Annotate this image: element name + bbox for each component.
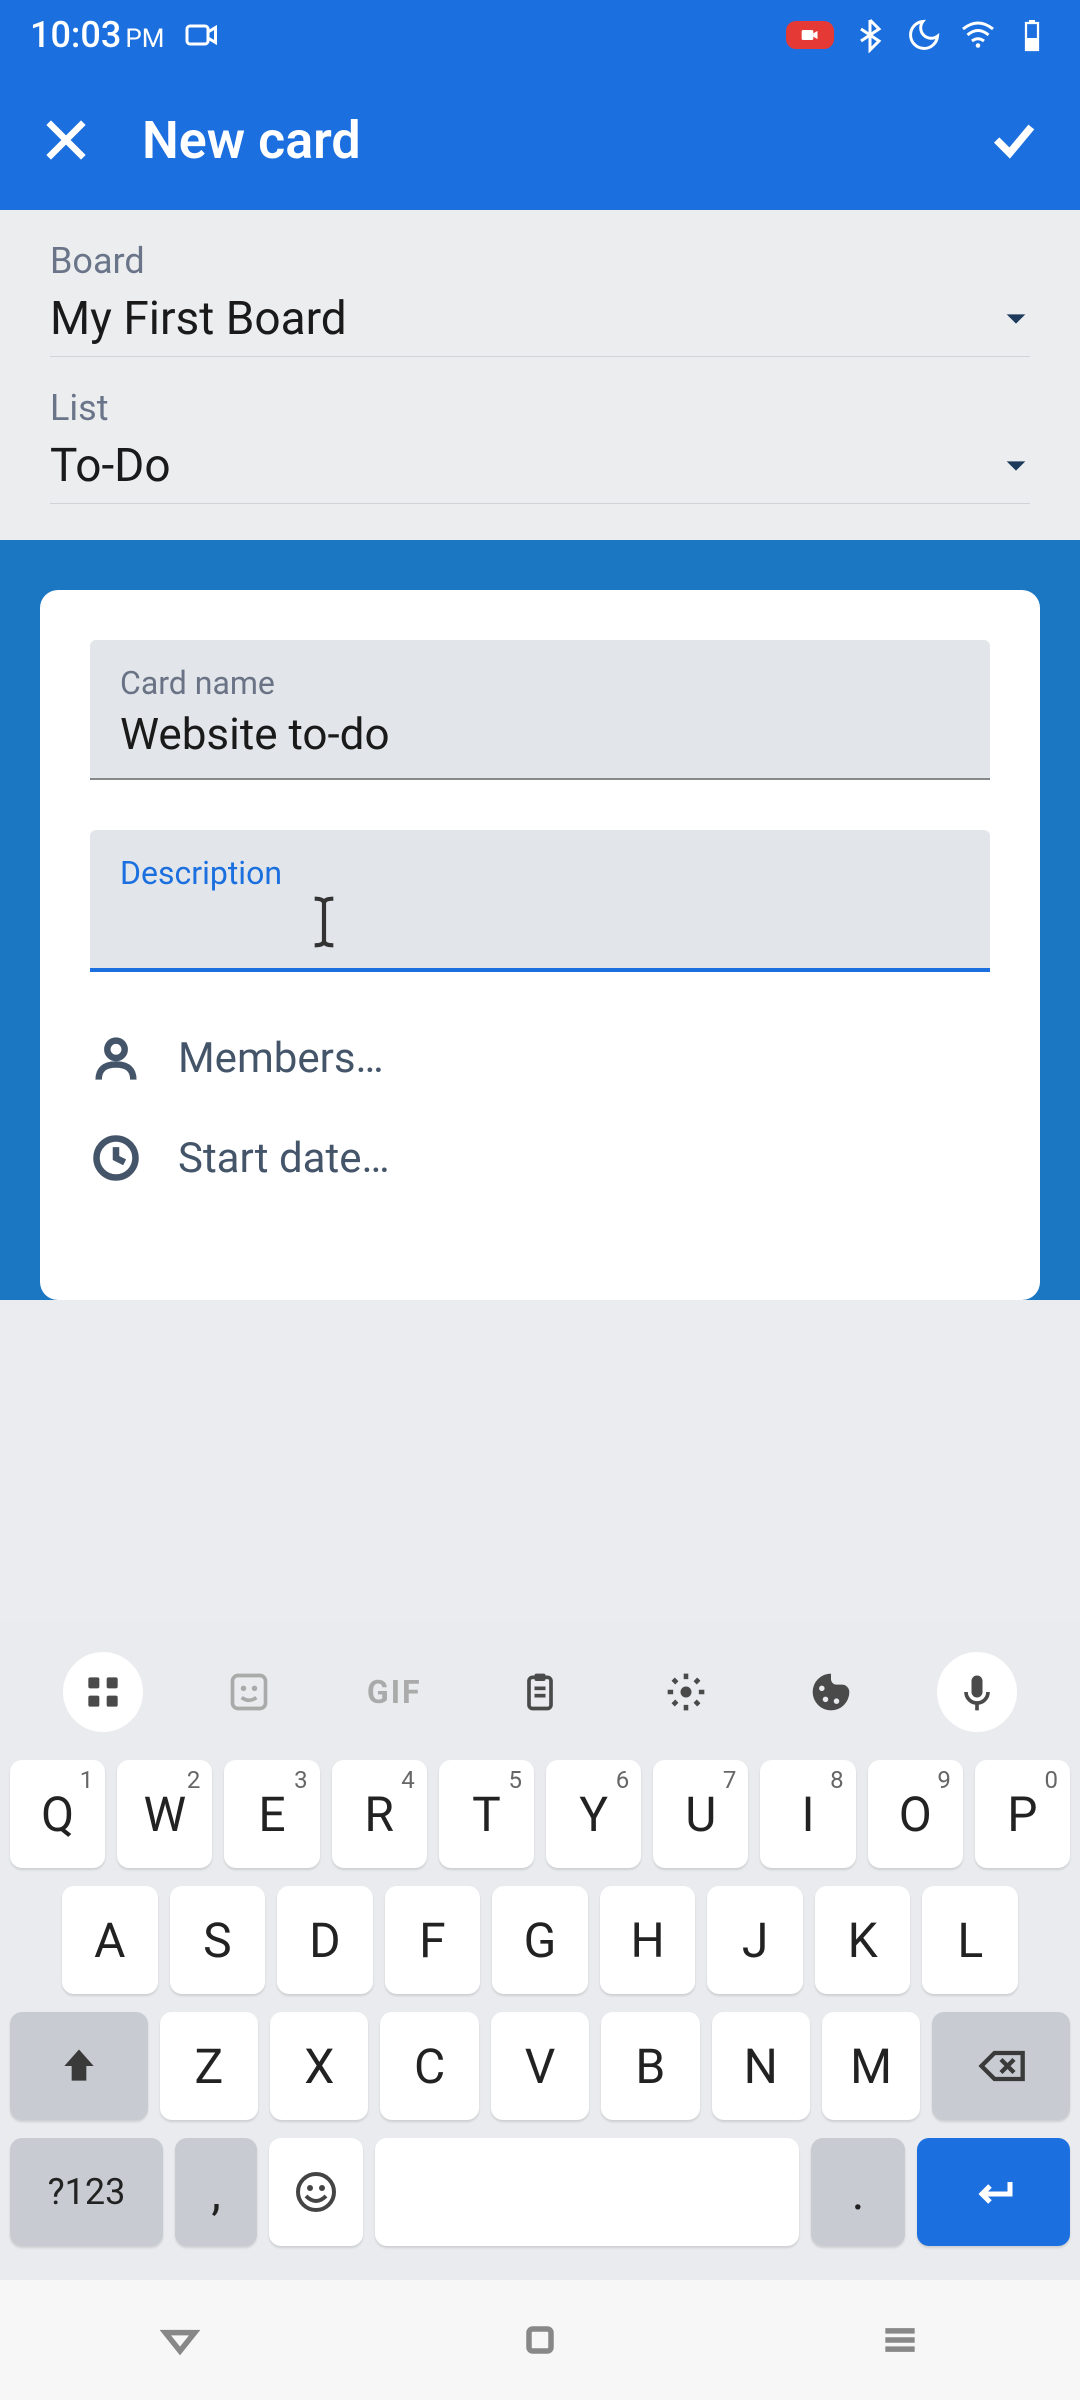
cardname-label: Card name bbox=[120, 664, 960, 702]
text-cursor-icon bbox=[310, 894, 338, 950]
wifi-icon bbox=[960, 17, 996, 53]
space-key[interactable] bbox=[375, 2138, 799, 2246]
moon-icon bbox=[906, 17, 942, 53]
key-f[interactable]: F bbox=[385, 1886, 481, 1994]
nav-recent-icon[interactable] bbox=[878, 2318, 922, 2362]
chevron-down-icon bbox=[1002, 305, 1030, 333]
chevron-down-icon bbox=[1002, 452, 1030, 480]
status-time: 10:03PM bbox=[30, 14, 164, 56]
sticker-icon[interactable] bbox=[209, 1652, 289, 1732]
bluetooth-icon bbox=[852, 17, 888, 53]
board-selector[interactable]: My First Board bbox=[50, 292, 1030, 357]
description-value bbox=[120, 894, 960, 950]
battery-icon bbox=[1014, 17, 1050, 53]
board-label: Board bbox=[50, 240, 1030, 282]
key-t[interactable]: T5 bbox=[439, 1760, 534, 1868]
recording-badge bbox=[786, 21, 834, 49]
key-i[interactable]: I8 bbox=[760, 1760, 855, 1868]
page-title: New card bbox=[142, 110, 988, 171]
selector-section: Board My First Board List To-Do bbox=[0, 210, 1080, 540]
list-label: List bbox=[50, 387, 1030, 429]
key-l[interactable]: L bbox=[922, 1886, 1018, 1994]
key-a[interactable]: A bbox=[62, 1886, 158, 1994]
emoji-key[interactable] bbox=[269, 2138, 363, 2246]
description-label: Description bbox=[120, 854, 960, 892]
key-z[interactable]: Z bbox=[160, 2012, 258, 2120]
startdate-option[interactable]: Start date… bbox=[90, 1108, 990, 1208]
clipboard-icon[interactable] bbox=[500, 1652, 580, 1732]
app-bar: New card bbox=[0, 70, 1080, 210]
key-r[interactable]: R4 bbox=[332, 1760, 427, 1868]
shift-key[interactable] bbox=[10, 2012, 148, 2120]
gif-button[interactable]: GIF bbox=[354, 1652, 434, 1732]
keyboard: GIF Q1W2E3R4T5Y6U7I8O9P0 ASDFGHJKL ZXCVB… bbox=[0, 1622, 1080, 2280]
keyboard-apps-icon[interactable] bbox=[63, 1652, 143, 1732]
startdate-label: Start date… bbox=[178, 1134, 390, 1183]
cardname-value: Website to-do bbox=[120, 708, 960, 760]
key-e[interactable]: E3 bbox=[224, 1760, 319, 1868]
navigation-bar bbox=[0, 2280, 1080, 2400]
device-icon bbox=[184, 17, 220, 53]
list-selector[interactable]: To-Do bbox=[50, 439, 1030, 504]
key-q[interactable]: Q1 bbox=[10, 1760, 105, 1868]
key-g[interactable]: G bbox=[492, 1886, 588, 1994]
comma-key[interactable]: , bbox=[175, 2138, 257, 2246]
card-background: Card name Website to-do Description Memb… bbox=[0, 540, 1080, 1300]
settings-icon[interactable] bbox=[646, 1652, 726, 1732]
key-o[interactable]: O9 bbox=[868, 1760, 963, 1868]
status-bar: 10:03PM bbox=[0, 0, 1080, 70]
board-value: My First Board bbox=[50, 292, 347, 346]
close-icon[interactable] bbox=[40, 114, 92, 166]
key-b[interactable]: B bbox=[601, 2012, 699, 2120]
symbols-key[interactable]: ?123 bbox=[10, 2138, 163, 2246]
key-v[interactable]: V bbox=[491, 2012, 589, 2120]
key-y[interactable]: Y6 bbox=[546, 1760, 641, 1868]
cardname-field[interactable]: Card name Website to-do bbox=[90, 640, 990, 780]
key-d[interactable]: D bbox=[277, 1886, 373, 1994]
key-h[interactable]: H bbox=[600, 1886, 696, 1994]
members-option[interactable]: Members… bbox=[90, 1008, 990, 1108]
nav-home-icon[interactable] bbox=[518, 2318, 562, 2362]
key-u[interactable]: U7 bbox=[653, 1760, 748, 1868]
key-j[interactable]: J bbox=[707, 1886, 803, 1994]
key-n[interactable]: N bbox=[712, 2012, 810, 2120]
key-p[interactable]: P0 bbox=[975, 1760, 1070, 1868]
person-icon bbox=[90, 1032, 142, 1084]
clock-icon bbox=[90, 1132, 142, 1184]
key-s[interactable]: S bbox=[170, 1886, 266, 1994]
palette-icon[interactable] bbox=[791, 1652, 871, 1732]
nav-back-icon[interactable] bbox=[158, 2318, 202, 2362]
key-w[interactable]: W2 bbox=[117, 1760, 212, 1868]
key-k[interactable]: K bbox=[815, 1886, 911, 1994]
backspace-key[interactable] bbox=[932, 2012, 1070, 2120]
mic-icon[interactable] bbox=[937, 1652, 1017, 1732]
key-c[interactable]: C bbox=[380, 2012, 478, 2120]
members-label: Members… bbox=[178, 1034, 384, 1083]
card-form: Card name Website to-do Description Memb… bbox=[40, 590, 1040, 1300]
confirm-icon[interactable] bbox=[988, 114, 1040, 166]
enter-key[interactable] bbox=[917, 2138, 1070, 2246]
description-field[interactable]: Description bbox=[90, 830, 990, 972]
key-m[interactable]: M bbox=[822, 2012, 920, 2120]
key-x[interactable]: X bbox=[270, 2012, 368, 2120]
list-value: To-Do bbox=[50, 439, 171, 493]
period-key[interactable]: . bbox=[811, 2138, 905, 2246]
